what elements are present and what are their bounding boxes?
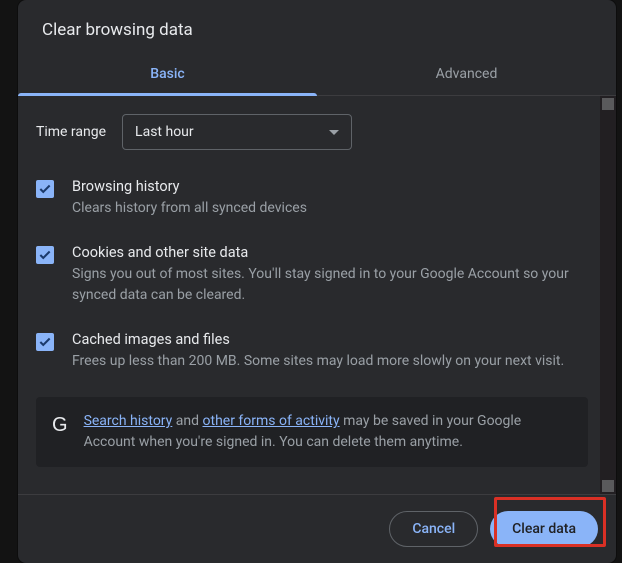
option-browsing-history: Browsing history Clears history from all…	[36, 178, 588, 218]
option-cookies: Cookies and other site data Signs you ou…	[36, 244, 588, 305]
tab-label: Advanced	[436, 66, 498, 82]
tab-label: Basic	[150, 66, 184, 82]
clear-data-button[interactable]: Clear data	[490, 511, 598, 547]
option-body: Browsing history Clears history from all…	[72, 178, 588, 218]
scrollbar[interactable]	[600, 96, 616, 494]
other-activity-link[interactable]: other forms of activity	[203, 413, 340, 429]
cancel-button[interactable]: Cancel	[389, 511, 478, 547]
google-account-notice: G Search history and other forms of acti…	[36, 397, 588, 467]
tab-basic[interactable]: Basic	[18, 54, 317, 95]
content-scroll: Time range Last hour Browsing history Cl…	[18, 96, 600, 494]
time-range-value: Last hour	[135, 124, 194, 140]
option-title: Cookies and other site data	[72, 244, 588, 261]
option-cache: Cached images and files Frees up less th…	[36, 331, 588, 371]
search-history-link[interactable]: Search history	[84, 413, 173, 429]
time-range-row: Time range Last hour	[36, 114, 588, 150]
check-icon	[38, 248, 52, 262]
scroll-down-icon[interactable]	[602, 480, 614, 492]
checkbox-browsing-history[interactable]	[36, 180, 54, 198]
option-desc: Frees up less than 200 MB. Some sites ma…	[72, 351, 588, 371]
option-body: Cookies and other site data Signs you ou…	[72, 244, 588, 305]
button-label: Cancel	[412, 521, 455, 537]
button-label: Clear data	[512, 521, 576, 537]
tab-advanced[interactable]: Advanced	[317, 54, 616, 95]
option-desc: Clears history from all synced devices	[72, 198, 588, 218]
checkbox-cache[interactable]	[36, 333, 54, 351]
time-range-select[interactable]: Last hour	[122, 114, 352, 150]
checkbox-cookies[interactable]	[36, 246, 54, 264]
tabs: Basic Advanced	[18, 54, 616, 96]
notice-text: Search history and other forms of activi…	[84, 411, 572, 453]
scroll-up-icon[interactable]	[602, 98, 614, 110]
chevron-down-icon	[329, 130, 339, 135]
google-icon: G	[52, 411, 68, 435]
time-range-label: Time range	[36, 124, 106, 140]
dialog-footer: Cancel Clear data	[18, 494, 616, 563]
dialog-title: Clear browsing data	[18, 0, 616, 54]
option-title: Browsing history	[72, 178, 588, 195]
notice-text-part: and	[172, 413, 202, 429]
check-icon	[38, 335, 52, 349]
content-area: Time range Last hour Browsing history Cl…	[18, 96, 616, 494]
clear-browsing-data-dialog: Clear browsing data Basic Advanced Time …	[18, 0, 616, 563]
option-body: Cached images and files Frees up less th…	[72, 331, 588, 371]
check-icon	[38, 182, 52, 196]
option-desc: Signs you out of most sites. You'll stay…	[72, 264, 588, 305]
option-title: Cached images and files	[72, 331, 588, 348]
